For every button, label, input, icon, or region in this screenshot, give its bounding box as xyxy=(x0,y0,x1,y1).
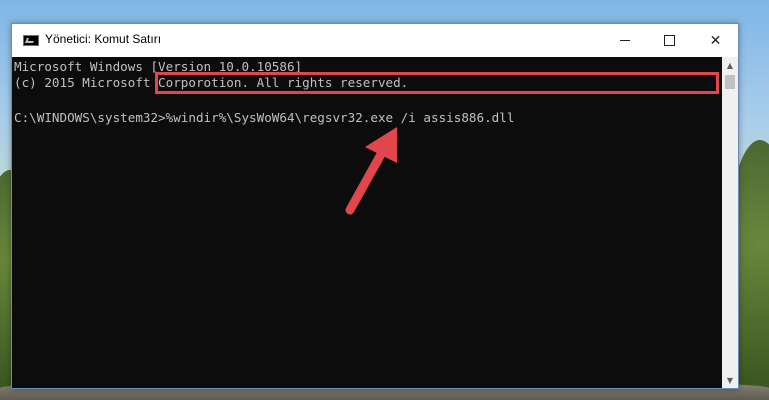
scroll-up-icon[interactable]: ▲ xyxy=(722,57,738,73)
window-title: Yönetici: Komut Satırı xyxy=(45,32,162,46)
close-icon: ✕ xyxy=(709,32,722,49)
scroll-down-icon[interactable]: ▼ xyxy=(722,372,738,388)
minimize-button[interactable] xyxy=(602,24,647,57)
command-line: C:\WINDOWS\system32>%windir%\SysWoW64\re… xyxy=(14,110,515,125)
title-bar[interactable]: Yönetici: Komut Satırı ✕ xyxy=(12,24,738,57)
cmd-icon xyxy=(23,35,39,46)
command-highlight-box xyxy=(155,72,719,94)
red-arrow-icon xyxy=(345,127,397,215)
maximize-button[interactable] xyxy=(647,24,692,57)
maximize-icon xyxy=(664,35,675,46)
close-button[interactable]: ✕ xyxy=(693,24,738,57)
console-output[interactable]: Microsoft Windows [Version 10.0.10586] (… xyxy=(12,57,722,388)
vertical-scrollbar[interactable]: ▲ ▼ xyxy=(722,57,738,388)
scrollbar-thumb[interactable] xyxy=(725,75,735,89)
minimize-icon xyxy=(619,40,630,41)
